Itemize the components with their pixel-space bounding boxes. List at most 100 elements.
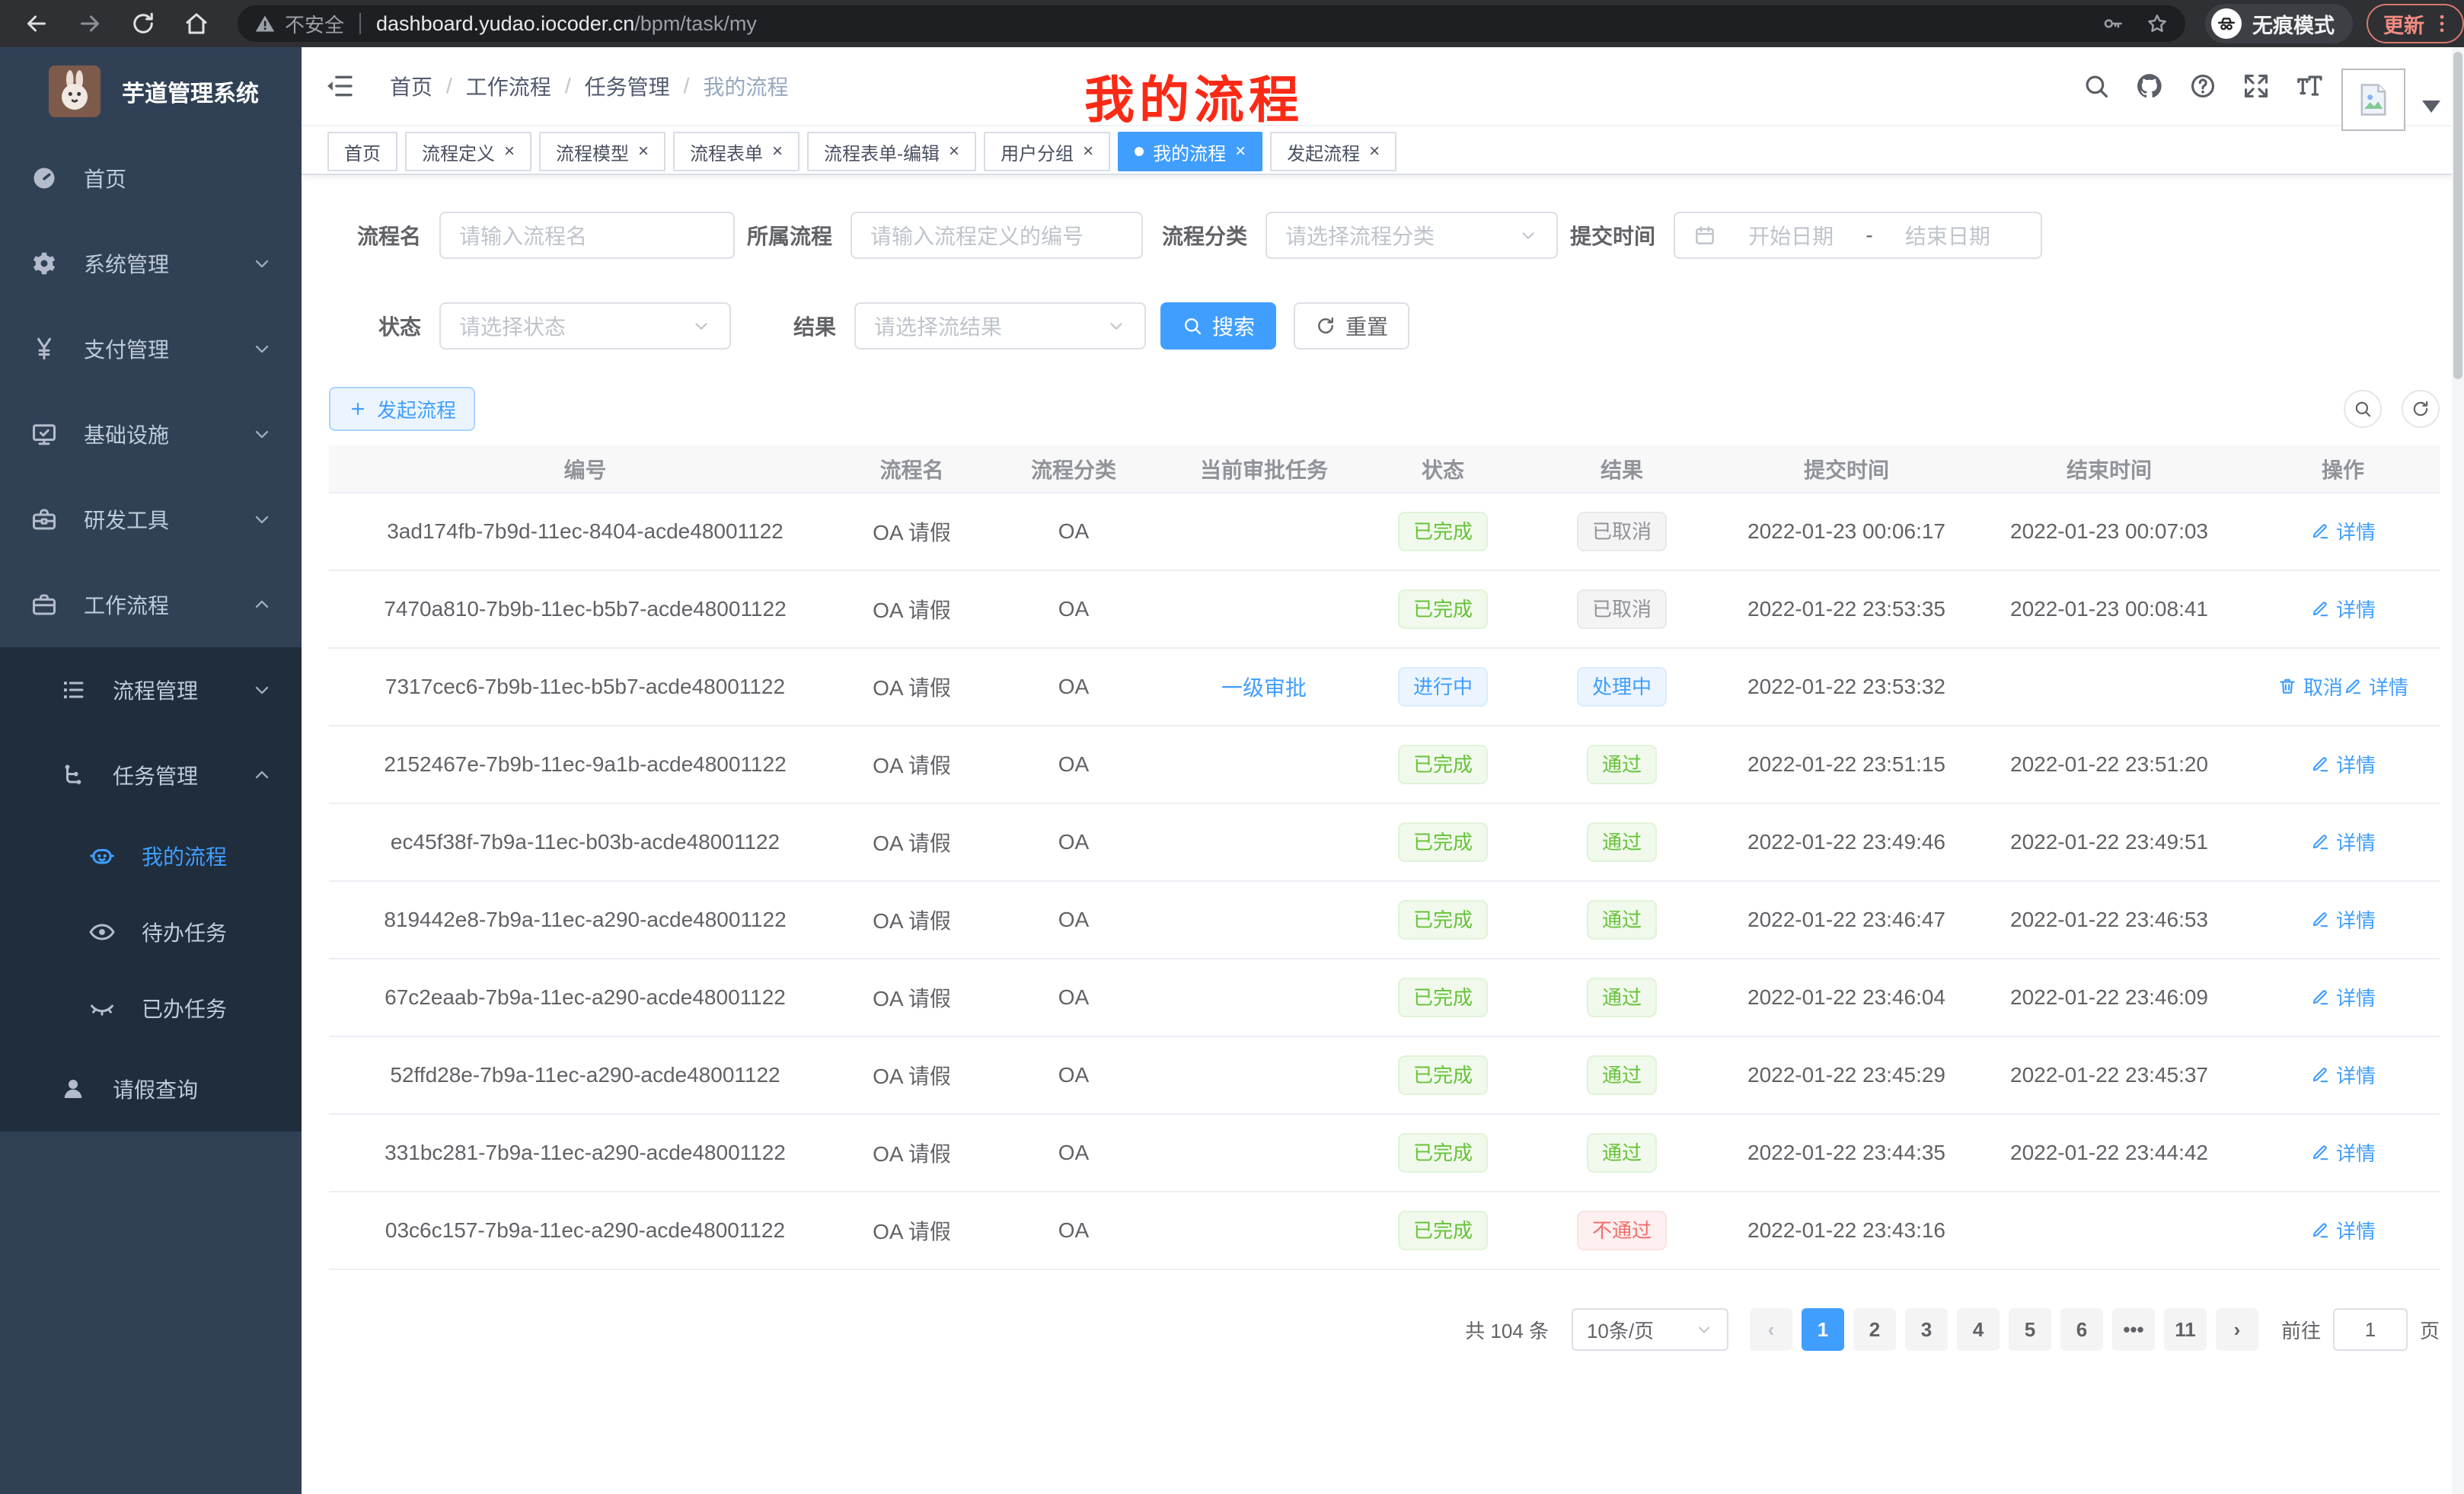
- tab-close-icon[interactable]: ×: [1235, 142, 1246, 161]
- column-header: 编号: [329, 445, 841, 493]
- scrollbar-thumb[interactable]: [2453, 52, 2462, 379]
- tab-close-icon[interactable]: ×: [504, 142, 515, 161]
- tab-用户分组[interactable]: 用户分组×: [984, 132, 1110, 171]
- more-pages-button[interactable]: •••: [2112, 1308, 2155, 1351]
- reset-button[interactable]: 重置: [1294, 302, 1409, 350]
- sidebar-item-流程管理[interactable]: 流程管理: [0, 647, 302, 733]
- action-详情[interactable]: 详情: [2310, 1061, 2376, 1089]
- page-button-4[interactable]: 4: [1957, 1308, 2000, 1351]
- sidebar-item-系统管理[interactable]: 系统管理: [0, 221, 302, 306]
- tab-close-icon[interactable]: ×: [772, 142, 783, 161]
- page-button-5[interactable]: 5: [2009, 1308, 2051, 1351]
- tab-我的流程[interactable]: 我的流程×: [1118, 132, 1262, 171]
- tab-close-icon[interactable]: ×: [949, 142, 959, 161]
- tab-close-icon[interactable]: ×: [1369, 142, 1380, 161]
- tab-首页[interactable]: 首页: [327, 132, 397, 171]
- page-size-select[interactable]: 10条/页: [1572, 1308, 1728, 1351]
- page-button-11[interactable]: 11: [2164, 1308, 2207, 1351]
- sidebar-item-任务管理[interactable]: 任务管理: [0, 733, 302, 818]
- search-button[interactable]: 搜索: [1160, 302, 1276, 350]
- sidebar-item-支付管理[interactable]: 支付管理: [0, 306, 302, 391]
- page-button-1[interactable]: 1: [1802, 1308, 1844, 1351]
- browser-home-icon[interactable]: [183, 10, 210, 37]
- action-详情[interactable]: 详情: [2310, 828, 2376, 856]
- goto-page-input[interactable]: 1: [2333, 1308, 2408, 1351]
- process-name-input[interactable]: 请输入流程名: [439, 212, 735, 259]
- action-详情[interactable]: 详情: [2310, 750, 2376, 778]
- sidebar-item-研发工具[interactable]: 研发工具: [0, 477, 302, 562]
- sidebar-item-首页[interactable]: 首页: [0, 136, 302, 221]
- start-process-button[interactable]: 发起流程: [329, 387, 475, 431]
- process-def-input[interactable]: 请输入流程定义的编号: [851, 212, 1143, 259]
- breadcrumb-item[interactable]: 工作流程: [466, 71, 551, 101]
- sidebar-item-已办任务[interactable]: 已办任务: [0, 970, 302, 1046]
- tab-close-icon[interactable]: ×: [1083, 142, 1093, 161]
- avatar[interactable]: [2341, 69, 2405, 131]
- next-page-button[interactable]: ›: [2216, 1308, 2258, 1351]
- result-cell: 处理中: [1523, 648, 1721, 726]
- page-button-6[interactable]: 6: [2060, 1308, 2103, 1351]
- page-button-2[interactable]: 2: [1853, 1308, 1896, 1351]
- help-icon[interactable]: [2188, 72, 2217, 101]
- browser-forward-icon[interactable]: [76, 10, 104, 37]
- action-详情[interactable]: 详情: [2310, 983, 2376, 1011]
- page-scrollbar[interactable]: [2452, 47, 2464, 1494]
- current-task-link[interactable]: 一级审批: [1221, 672, 1307, 702]
- sidebar-item-待办任务[interactable]: 待办任务: [0, 894, 302, 970]
- app-logo-row[interactable]: 芋道管理系统: [0, 47, 302, 136]
- action-详情[interactable]: 详情: [2310, 1138, 2376, 1167]
- page-button-3[interactable]: 3: [1905, 1308, 1948, 1351]
- prev-page-icon: ‹: [1768, 1318, 1775, 1342]
- action-详情[interactable]: 详情: [2343, 672, 2408, 701]
- tab-流程表单-编辑[interactable]: 流程表单-编辑×: [807, 132, 976, 171]
- category-select[interactable]: 请选择流程分类: [1266, 212, 1558, 259]
- refresh-table-button[interactable]: [2402, 390, 2440, 428]
- current-task-cell: [1165, 803, 1363, 881]
- date-range-picker[interactable]: 开始日期 - 结束日期: [1674, 212, 2042, 259]
- sidebar-item-我的流程[interactable]: 我的流程: [0, 818, 302, 894]
- current-task-cell: [1165, 1114, 1363, 1192]
- collapse-sidebar-icon[interactable]: [324, 71, 355, 101]
- tab-流程定义[interactable]: 流程定义×: [405, 132, 531, 171]
- breadcrumb-item[interactable]: 首页: [390, 71, 432, 101]
- avatar-dropdown-caret-icon[interactable]: [2422, 101, 2440, 113]
- action-详情[interactable]: 详情: [2310, 1216, 2376, 1244]
- row-actions: 详情: [2310, 832, 2376, 856]
- sidebar-item-基础设施[interactable]: 基础设施: [0, 391, 302, 477]
- status-select[interactable]: 请选择状态: [439, 302, 731, 350]
- action-详情[interactable]: 详情: [2310, 905, 2376, 934]
- browser-menu-icon[interactable]: [2430, 12, 2453, 35]
- browser-reload-icon[interactable]: [129, 10, 157, 37]
- show-search-button[interactable]: [2344, 390, 2382, 428]
- sidebar-item-label: 研发工具: [84, 504, 169, 535]
- top-navbar: 首页/工作流程/任务管理/我的流程: [302, 47, 2464, 125]
- not-secure-warning-icon[interactable]: [254, 13, 276, 34]
- prev-page-button[interactable]: ‹: [1750, 1308, 1792, 1351]
- password-key-icon[interactable]: [2102, 12, 2124, 35]
- tab-流程表单[interactable]: 流程表单×: [673, 132, 800, 171]
- address-bar[interactable]: 不安全 dashboard.yudao.iocoder.cn /bpm/task…: [238, 5, 2185, 42]
- github-icon[interactable]: [2135, 72, 2164, 101]
- search-icon[interactable]: [2082, 72, 2111, 101]
- result-select[interactable]: 请选择流结果: [854, 302, 1146, 350]
- action-取消[interactable]: 取消: [2277, 672, 2343, 701]
- sidebar-item-请假查询[interactable]: 请假查询: [0, 1046, 302, 1132]
- browser-back-icon[interactable]: [23, 10, 50, 37]
- action-详情[interactable]: 详情: [2310, 517, 2376, 545]
- pagination: 共 104 条 10条/页 ‹ 123456•••11 › 前往 1 页: [329, 1308, 2440, 1351]
- tab-close-icon[interactable]: ×: [638, 142, 649, 161]
- tab-发起流程[interactable]: 发起流程×: [1270, 132, 1396, 171]
- breadcrumb-item[interactable]: 任务管理: [585, 71, 670, 101]
- fullscreen-icon[interactable]: [2242, 72, 2271, 101]
- sidebar-item-label: 流程管理: [113, 675, 198, 705]
- tab-流程模型[interactable]: 流程模型×: [539, 132, 665, 171]
- sidebar-item-工作流程[interactable]: 工作流程: [0, 562, 302, 647]
- toolbox-icon: [30, 506, 58, 533]
- chrome-update-button[interactable]: 更新: [2367, 4, 2464, 43]
- font-size-icon[interactable]: [2295, 72, 2324, 101]
- process-name-label: 流程名: [329, 220, 439, 251]
- plus-icon: [348, 399, 368, 419]
- action-详情[interactable]: 详情: [2310, 595, 2376, 623]
- actions-cell: 取消详情: [2246, 648, 2440, 726]
- bookmark-star-icon[interactable]: [2146, 12, 2169, 35]
